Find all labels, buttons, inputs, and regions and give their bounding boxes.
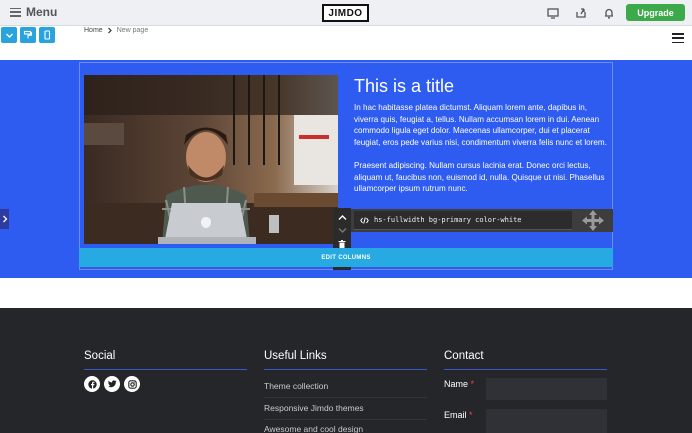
jimdo-logo[interactable]: JIMDO [322,4,369,22]
email-field[interactable] [486,409,607,433]
footer-divider [84,369,247,370]
css-class-bar: hs-fullwidth bg-primary color-white [351,209,613,232]
paint-roller-icon[interactable] [20,27,36,43]
menu-button[interactable]: Menu [10,5,57,19]
email-label-text: Email [444,410,467,420]
chevron-right-icon [2,215,7,223]
footer-link-responsive-themes[interactable]: Responsive Jimdo themes [264,403,427,413]
bell-icon[interactable] [602,6,616,20]
footer-link-theme-collection[interactable]: Theme collection [264,381,427,391]
social-icons [84,376,140,392]
code-icon [360,216,369,224]
footer-contact-title: Contact [444,350,484,362]
twitter-icon[interactable] [104,376,120,392]
menu-icon [10,7,21,17]
hamburger-menu-icon[interactable] [672,33,684,43]
upgrade-button[interactable]: Upgrade [626,4,685,21]
top-bar: Menu JIMDO Upgrade [0,0,692,26]
footer-links-title: Useful Links [264,350,327,362]
monitor-icon[interactable] [546,6,560,20]
footer-divider [444,369,607,370]
content-paragraph-1: In hac habitasse platea dictumst. Aliqua… [354,103,607,147]
footer-link-awesome-design[interactable]: Awesome and cool design [264,424,427,433]
footer-divider [264,369,427,370]
move-down-icon[interactable] [338,227,347,234]
required-mark: * [470,379,475,389]
email-label: Email * [444,410,473,420]
edit-columns-button[interactable]: EDIT COLUMNS [79,248,613,267]
mobile-icon[interactable] [39,27,55,43]
name-label-text: Name [444,379,469,389]
content-paragraph-2: Praesent adipiscing. Nullam cursus lacin… [354,160,605,194]
menu-label: Menu [26,5,58,19]
content-title[interactable]: This is a title [354,76,454,97]
sidebar-toggle[interactable] [0,209,9,229]
share-icon[interactable] [574,6,588,20]
breadcrumb: Home New page [84,27,148,34]
chevron-down-icon[interactable] [1,27,17,43]
hero-photo[interactable] [84,75,338,244]
name-field[interactable] [486,378,607,400]
footer-link-divider [264,419,427,420]
drag-move-icon[interactable] [581,209,605,232]
instagram-icon[interactable] [124,376,140,392]
footer-link-divider [264,397,427,398]
css-class-text: hs-fullwidth bg-primary color-white [374,216,522,224]
breadcrumb-home[interactable]: Home [84,27,103,34]
facebook-icon[interactable] [84,376,100,392]
footer-social-title: Social [84,350,116,362]
content-text[interactable]: In hac habitasse platea dictumst. Aliqua… [354,102,607,206]
required-mark: * [469,410,473,420]
move-up-icon[interactable] [338,214,347,221]
css-class-field[interactable]: hs-fullwidth bg-primary color-white [354,211,572,230]
name-label: Name * [444,379,474,389]
breadcrumb-current[interactable]: New page [117,27,149,34]
chevron-right-icon [107,27,112,34]
